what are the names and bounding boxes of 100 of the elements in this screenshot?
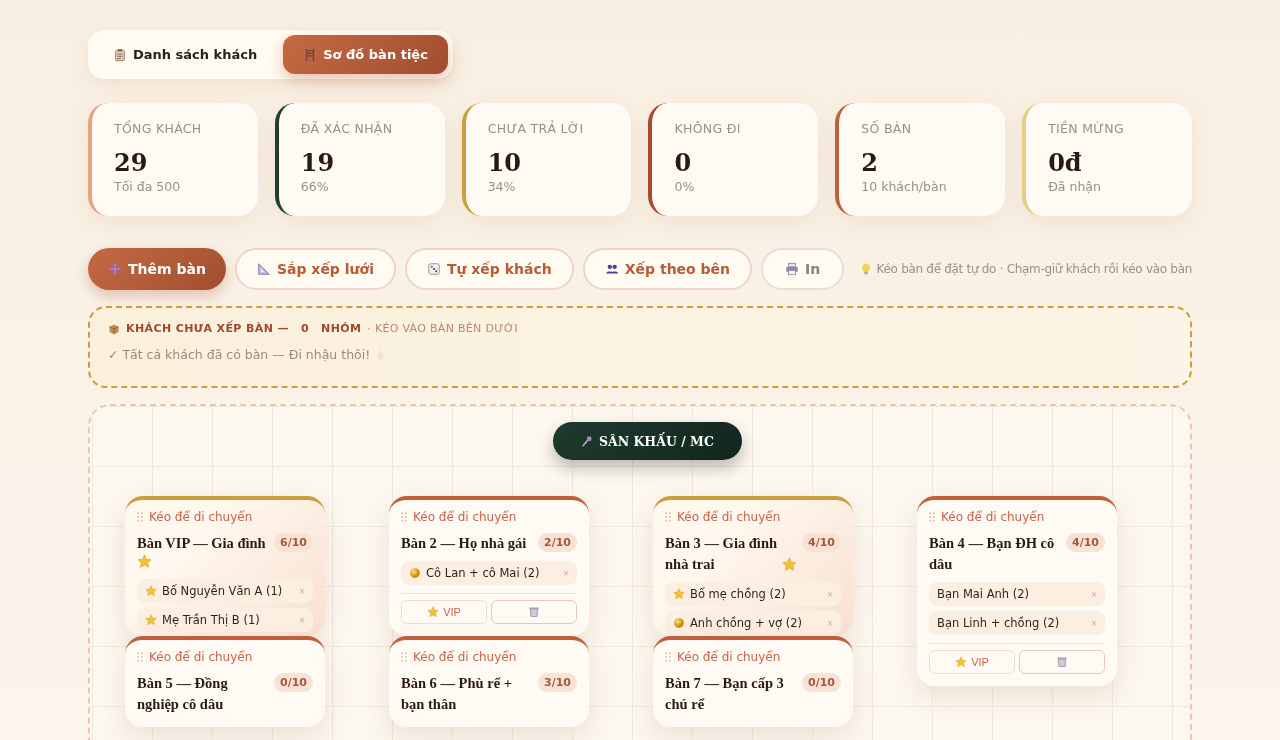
- drag-handle-icon: [401, 652, 407, 662]
- stat-note: 66%: [300, 179, 330, 194]
- star-icon: [673, 588, 685, 600]
- guest-row[interactable]: Bố Nguyễn Văn A (1) ×: [137, 579, 313, 603]
- drag-handle-icon: [401, 512, 407, 522]
- ball-icon: [409, 567, 421, 579]
- guest-name: Bố Nguyễn Văn A (1): [162, 584, 284, 598]
- guest-row[interactable]: Cô Lan + cô Mai (2) ×: [401, 561, 577, 585]
- star-icon: [427, 606, 440, 618]
- table-card[interactable]: Kéo để di chuyển Bàn 7 — Bạn cấp 3 chú rể 0/10: [653, 636, 853, 727]
- drag-handle-icon: [665, 652, 671, 662]
- drag-hint: Kéo để di chuyển: [149, 650, 253, 664]
- seat-count: 0/10: [274, 673, 313, 692]
- stat-value: 10: [487, 148, 523, 177]
- drag-hint: Kéo để di chuyển: [677, 510, 781, 524]
- seat-count: 2/10: [538, 533, 577, 552]
- stat-value: 2: [861, 148, 880, 177]
- toolbar-button[interactable]: Xếp theo bên: [582, 248, 753, 290]
- drag-hint: Kéo để di chuyển: [149, 510, 253, 524]
- drag-handle-icon: [665, 512, 671, 522]
- stat-note: Tối đa 500: [114, 179, 182, 194]
- guest-row[interactable]: Bố mẹ chồng (2) ×: [665, 582, 841, 606]
- drag-hint: Kéo để di chuyển: [677, 650, 781, 664]
- stat-value: 0đ: [1048, 148, 1083, 177]
- guest-name: Mẹ Trần Thị B (1): [162, 613, 261, 627]
- table-name: Bàn 6 — Phù rể + bạn thân: [401, 674, 513, 714]
- group-count: 0: [301, 322, 310, 335]
- delete-button[interactable]: [491, 600, 577, 624]
- table-card[interactable]: Kéo để di chuyển Bàn 5 — Đồng nghiệp cô dâu 0/10: [125, 636, 325, 727]
- star-icon: [145, 614, 157, 626]
- people-icon: [604, 262, 619, 276]
- dice-icon: [426, 262, 441, 276]
- tab[interactable]: Sơ đồ bàn tiệc: [283, 35, 448, 74]
- empty-message: ✓ Tất cả khách đã có bàn — Đi nhậu thôi!: [108, 347, 371, 362]
- stat-label: CHƯA TRẢ LỜI: [487, 121, 585, 136]
- table-name: Bàn 4 — Bạn ĐH cô dâu: [929, 534, 1056, 574]
- drag-hint: Kéo để di chuyển: [941, 510, 1045, 524]
- table-card[interactable]: Kéo để di chuyển Bàn VIP — Gia đình 6/10 Bố Nguyễn Văn A (1) × Mẹ Trần Thị B (1) ×: [125, 496, 325, 636]
- ball-icon: [673, 617, 685, 629]
- toolbar-button[interactable]: Tự xếp khách: [404, 248, 574, 290]
- drag-hint: Kéo để di chuyển: [413, 650, 517, 664]
- stat-label: TIỀN MỪNG: [1048, 121, 1125, 136]
- toolbar-button[interactable]: In: [761, 248, 845, 290]
- table-card[interactable]: Kéo để di chuyển Bàn 6 — Phù rể + bạn thân 3/10: [389, 636, 589, 727]
- guest-row[interactable]: Bạn Linh + chồng (2) ×: [929, 611, 1105, 635]
- table-name: Bàn 7 — Bạn cấp 3 chú rể: [665, 674, 785, 714]
- guest-row[interactable]: Bạn Mai Anh (2) ×: [929, 582, 1105, 606]
- seat-count: 4/10: [802, 533, 841, 552]
- table-card[interactable]: Kéo để di chuyển Bàn 3 — Gia đình nhà trai 4/10 Bố mẹ chồng (2) × Anh chồng + vợ (2) ×: [653, 496, 853, 636]
- trash-icon: [1056, 656, 1068, 668]
- stat-note: 34%: [487, 179, 517, 194]
- microphone-icon: [581, 435, 593, 447]
- seat-count: 6/10: [274, 533, 313, 552]
- drag-handle-icon: [137, 512, 143, 522]
- guest-name: Cô Lan + cô Mai (2): [426, 566, 541, 580]
- stat-value: 0: [674, 148, 693, 177]
- guest-name: Anh chồng + vợ (2): [690, 616, 804, 630]
- stat-note: 0%: [674, 179, 696, 194]
- stat-label: KHÔNG ĐI: [674, 121, 742, 136]
- table-name: Bàn 2 — Họ nhà gái: [401, 534, 527, 553]
- clipboard-icon: [113, 47, 127, 62]
- star-icon: [782, 557, 797, 572]
- toolbar-button[interactable]: Sắp xếp lưới: [234, 248, 396, 290]
- vip-button[interactable]: VIP: [929, 650, 1015, 674]
- tab[interactable]: Danh sách khách: [93, 35, 278, 74]
- stat-value: 29: [114, 148, 149, 177]
- guest-row[interactable]: Anh chồng + vợ (2) ×: [665, 611, 841, 635]
- table-card[interactable]: Kéo để di chuyển Bàn 2 — Họ nhà gái 2/10 Cô Lan + cô Mai (2) × VIP: [389, 496, 589, 636]
- guest-name: Bạn Linh + chồng (2): [937, 616, 1061, 630]
- table-card[interactable]: Kéo để di chuyển Bàn 4 — Bạn ĐH cô dâu 4/10 Bạn Mai Anh (2) × Bạn Linh + chồng (2) × VIP: [917, 496, 1117, 686]
- table-name: Bàn 5 — Đồng nghiệp cô dâu: [137, 674, 229, 714]
- guest-name: Bố mẹ chồng (2): [690, 587, 787, 601]
- group-unit: NHÓM: [321, 322, 362, 335]
- vip-button[interactable]: VIP: [401, 600, 487, 624]
- seat-count: 0/10: [802, 673, 841, 692]
- panel-title: KHÁCH CHƯA XẾP BÀN —: [126, 322, 289, 335]
- stat-note: 10 khách/bàn: [861, 179, 948, 194]
- drag-hint: Kéo để di chuyển: [413, 510, 517, 524]
- seat-count: 4/10: [1066, 533, 1105, 552]
- toolbar-button[interactable]: Thêm bàn: [88, 248, 226, 290]
- delete-button[interactable]: [1019, 650, 1105, 674]
- panel-subtitle: · KÉO VÀO BÀN BÊN DƯỚI: [367, 322, 518, 335]
- stage-label: SÂN KHẤU / MC: [553, 422, 742, 460]
- stat-note: Đã nhận: [1048, 179, 1102, 194]
- trash-icon: [528, 606, 540, 618]
- stat-label: TỔNG KHÁCH: [114, 121, 203, 136]
- table-name: Bàn 3 — Gia đình nhà trai: [665, 534, 778, 574]
- star-icon: [145, 585, 157, 597]
- stat-value: 19: [300, 148, 336, 177]
- printer-icon: [785, 262, 800, 276]
- seat-count: 3/10: [538, 673, 577, 692]
- drag-handle-icon: [137, 652, 143, 662]
- plus-icon: [108, 262, 122, 276]
- guest-row[interactable]: Mẹ Trần Thị B (1) ×: [137, 608, 313, 632]
- hint-text: Kéo bàn để đặt tự do · Chạm-giữ khách rồi kéo vào bàn: [876, 262, 1192, 276]
- table-name: Bàn VIP — Gia đình: [137, 534, 266, 553]
- box-icon: [108, 322, 120, 335]
- star-icon: [955, 656, 968, 668]
- star-icon: [137, 554, 152, 569]
- drag-handle-icon: [929, 512, 935, 522]
